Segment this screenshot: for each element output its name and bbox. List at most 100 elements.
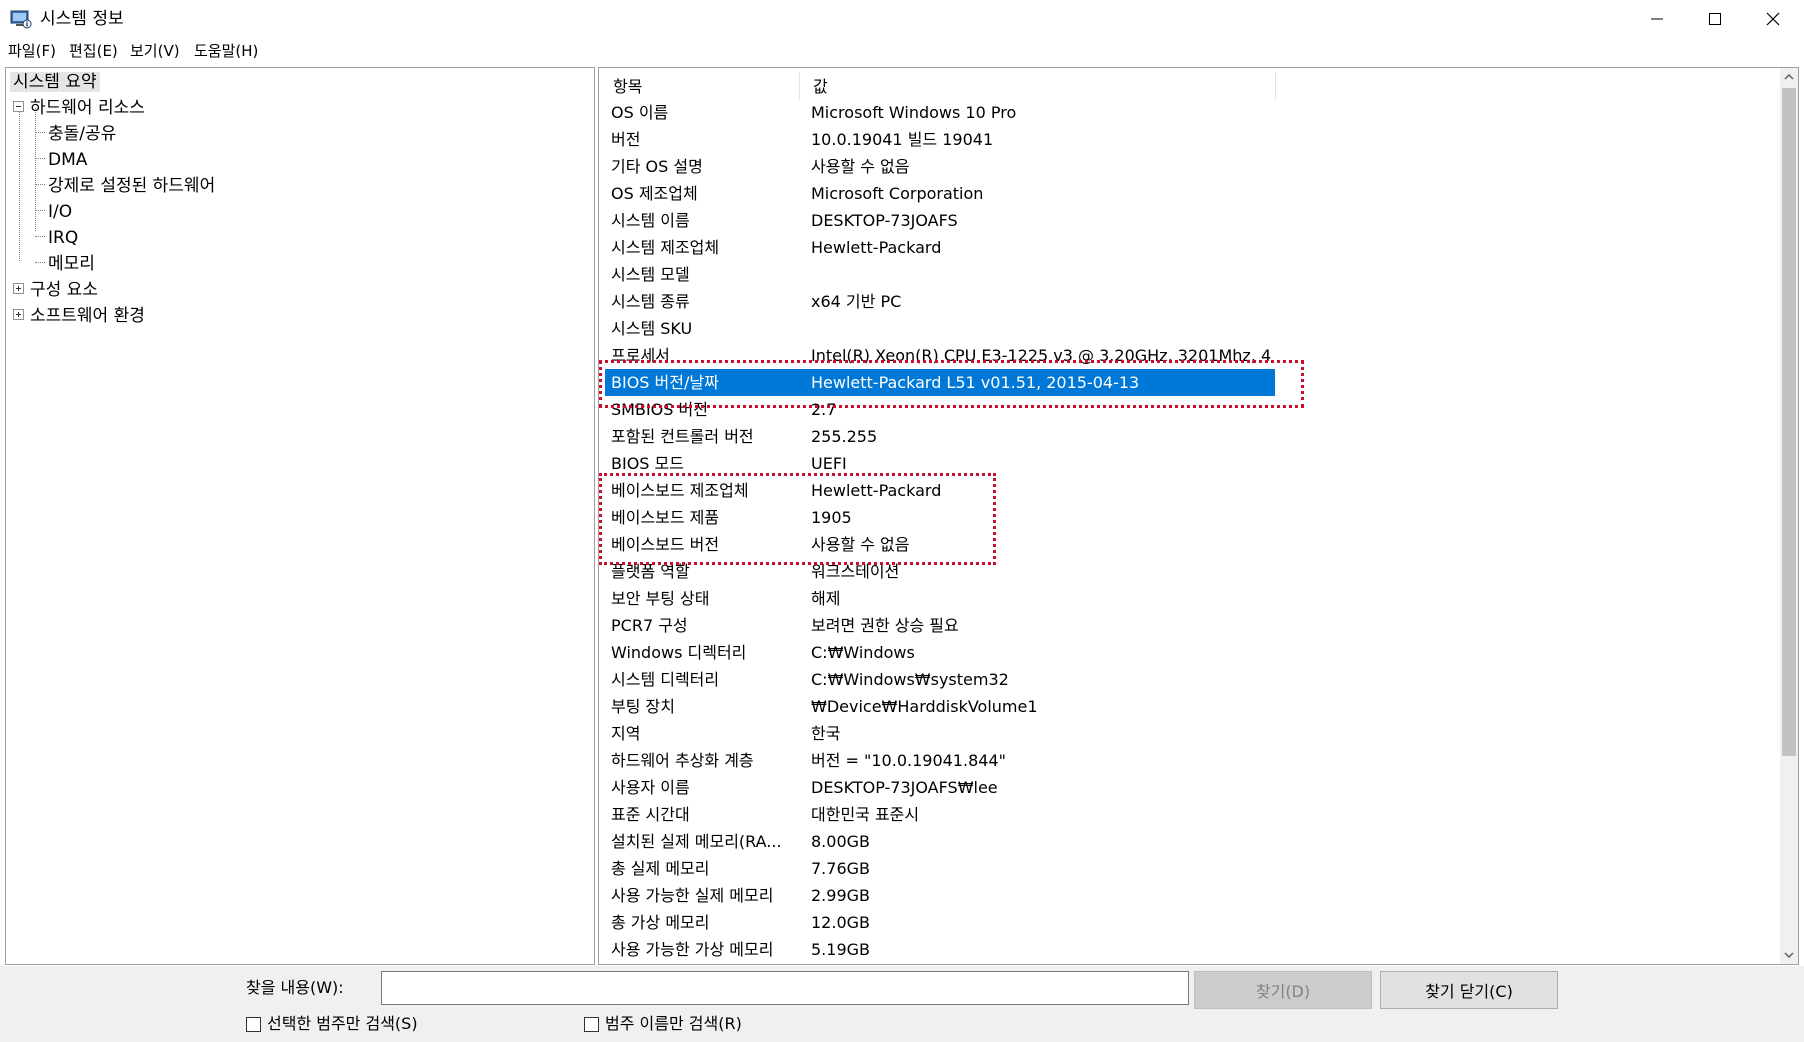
table-row[interactable]: 버전 10.0.19041 빌드 19041 [605, 126, 1275, 153]
table-row[interactable]: 부팅 장치 ₩Device₩HarddiskVolume1 [605, 693, 1275, 720]
row-item-label: 플랫폼 역할 [611, 562, 690, 581]
row-item-value: 255.255 [811, 427, 878, 446]
window-title: 시스템 정보 [40, 9, 124, 29]
tree-item-software-environment[interactable]: 소프트웨어 환경 [30, 304, 145, 328]
table-row[interactable]: 프로세서 Intel(R) Xeon(R) CPU E3-1225 v3 @ 3.… [605, 342, 1275, 369]
table-row[interactable]: 사용 가능한 실제 메모리 2.99GB [605, 882, 1275, 909]
find-input[interactable] [381, 971, 1189, 1005]
title-bar[interactable]: 시스템 정보 [0, 0, 1804, 38]
maximize-button[interactable] [1686, 0, 1744, 38]
tree-item-forced-hardware[interactable]: 강제로 설정된 하드웨어 [48, 174, 215, 198]
table-row[interactable]: 베이스보드 제품 1905 [605, 504, 1275, 531]
table-row[interactable]: Windows 디렉터리 C:₩Windows [605, 639, 1275, 666]
table-row[interactable]: 총 실제 메모리 7.76GB [605, 855, 1275, 882]
scroll-down-button[interactable] [1780, 946, 1798, 964]
expand-icon[interactable] [13, 309, 24, 320]
row-item-label: 시스템 제조업체 [611, 238, 720, 257]
row-item-label: 지역 [611, 724, 641, 743]
tree-item-hardware-resources[interactable]: 하드웨어 리소스 [30, 96, 145, 120]
row-item-value: Microsoft Corporation [811, 184, 984, 203]
table-row[interactable]: 보안 부팅 상태 해제 [605, 585, 1275, 612]
table-row[interactable]: BIOS 버전/날짜 Hewlett-Packard L51 v01.51, 20… [605, 369, 1275, 396]
table-row[interactable]: 시스템 이름 DESKTOP-73JOAFS [605, 207, 1275, 234]
row-item-label: 시스템 SKU [611, 319, 693, 338]
table-row[interactable]: 베이스보드 제조업체 Hewlett-Packard [605, 477, 1275, 504]
table-row[interactable]: 설치된 실제 메모리(RA... 8.00GB [605, 828, 1275, 855]
row-item-value: 7.76GB [811, 859, 870, 878]
tree-item-irq[interactable]: IRQ [48, 226, 78, 250]
tree-item-dma[interactable]: DMA [48, 148, 87, 172]
collapse-icon[interactable] [13, 101, 24, 112]
close-find-button[interactable]: 찾기 닫기(C) [1380, 971, 1558, 1009]
row-item-label: 시스템 종류 [611, 292, 690, 311]
row-item-value: C:₩Windows₩system32 [811, 670, 1009, 689]
table-row[interactable]: BIOS 모드 UEFI [605, 450, 1275, 477]
row-item-label: PCR7 구성 [611, 616, 688, 635]
row-item-value: 해제 [811, 589, 841, 608]
table-row[interactable]: 시스템 종류 x64 기반 PC [605, 288, 1275, 315]
table-row[interactable]: 사용 가능한 가상 메모리 5.19GB [605, 936, 1275, 963]
tree-item-memory[interactable]: 메모리 [48, 252, 95, 276]
row-item-label: 기타 OS 설명 [611, 157, 703, 176]
scroll-thumb[interactable] [1782, 88, 1796, 756]
row-item-label: 부팅 장치 [611, 697, 675, 716]
column-divider[interactable] [1275, 72, 1276, 100]
minimize-icon [1651, 18, 1663, 20]
details-list[interactable]: 항목 값 OS 이름 Microsoft Windows 10 Pro 버전 10.0… [598, 67, 1799, 965]
search-selected-category-checkbox[interactable]: 선택한 범주만 검색(S) [246, 1013, 418, 1035]
search-category-names-checkbox[interactable]: 범주 이름만 검색(R) [584, 1013, 742, 1035]
minimize-button[interactable] [1628, 0, 1686, 38]
table-row[interactable]: 사용자 이름 DESKTOP-73JOAFS₩lee [605, 774, 1275, 801]
column-header-item[interactable]: 항목 [605, 72, 805, 102]
row-item-label: 표준 시간대 [611, 805, 690, 824]
checkbox-box[interactable] [246, 1016, 261, 1032]
table-row[interactable]: 플랫폼 역할 워크스테이션 [605, 558, 1275, 585]
row-item-label: Windows 디렉터리 [611, 643, 747, 662]
tree-item-system-summary[interactable]: 시스템 요약 [10, 70, 100, 94]
table-row[interactable]: PCR7 구성 보려면 권한 상승 필요 [605, 612, 1275, 639]
tree-line [35, 132, 45, 133]
column-header-value[interactable]: 값 [805, 72, 1275, 102]
table-row[interactable]: 지역 한국 [605, 720, 1275, 747]
row-item-label: 베이스보드 버전 [611, 535, 720, 554]
table-row[interactable]: 베이스보드 버전 사용할 수 없음 [605, 531, 1275, 558]
table-row[interactable]: 표준 시간대 대한민국 표준시 [605, 801, 1275, 828]
table-row[interactable]: 기타 OS 설명 사용할 수 없음 [605, 153, 1275, 180]
table-row[interactable]: 총 가상 메모리 12.0GB [605, 909, 1275, 936]
row-item-label: 베이스보드 제품 [611, 508, 720, 527]
table-row[interactable]: 시스템 디렉터리 C:₩Windows₩system32 [605, 666, 1275, 693]
row-item-label: 사용자 이름 [611, 778, 690, 797]
scroll-up-button[interactable] [1780, 68, 1798, 86]
column-divider[interactable] [799, 72, 800, 100]
menu-edit[interactable]: 편집(E) [69, 41, 118, 61]
category-tree[interactable]: 시스템 요약 하드웨어 리소스 충돌/공유 DMA 강제로 설정된 하드웨어 I… [5, 67, 595, 965]
tree-item-components[interactable]: 구성 요소 [30, 278, 98, 302]
menu-help[interactable]: 도움말(H) [194, 41, 258, 61]
find-button[interactable]: 찾기(D) [1194, 971, 1372, 1009]
table-row[interactable]: SMBIOS 버전 2.7 [605, 396, 1275, 423]
row-item-label: 총 가상 메모리 [611, 913, 710, 932]
expand-icon[interactable] [13, 283, 24, 294]
table-row[interactable]: 포함된 컨트롤러 버전 255.255 [605, 423, 1275, 450]
menu-file[interactable]: 파일(F) [8, 41, 56, 61]
tree-item-conflicts-sharing[interactable]: 충돌/공유 [48, 122, 116, 146]
row-item-value: DESKTOP-73JOAFS [811, 211, 958, 230]
table-row[interactable]: OS 제조업체 Microsoft Corporation [605, 180, 1275, 207]
vertical-scrollbar[interactable] [1780, 68, 1798, 964]
menu-view[interactable]: 보기(V) [130, 41, 180, 61]
close-window-button[interactable] [1744, 0, 1802, 38]
checkbox-box[interactable] [584, 1016, 599, 1032]
table-row[interactable]: OS 이름 Microsoft Windows 10 Pro [605, 99, 1275, 126]
row-item-value: 5.19GB [811, 940, 870, 959]
table-row[interactable]: 시스템 제조업체 Hewlett-Packard [605, 234, 1275, 261]
row-item-value: 10.0.19041 빌드 19041 [811, 130, 994, 149]
table-row[interactable]: 시스템 SKU [605, 315, 1275, 342]
tree-line [35, 210, 45, 211]
row-item-value: 사용할 수 없음 [811, 535, 910, 554]
table-row[interactable]: 시스템 모델 [605, 261, 1275, 288]
row-item-label: 총 실제 메모리 [611, 859, 710, 878]
tree-item-io[interactable]: I/O [48, 200, 72, 224]
table-row[interactable]: 하드웨어 추상화 계층 버전 = "10.0.19041.844" [605, 747, 1275, 774]
row-item-value: Microsoft Windows 10 Pro [811, 103, 1017, 122]
row-item-label: 하드웨어 추상화 계층 [611, 751, 754, 770]
